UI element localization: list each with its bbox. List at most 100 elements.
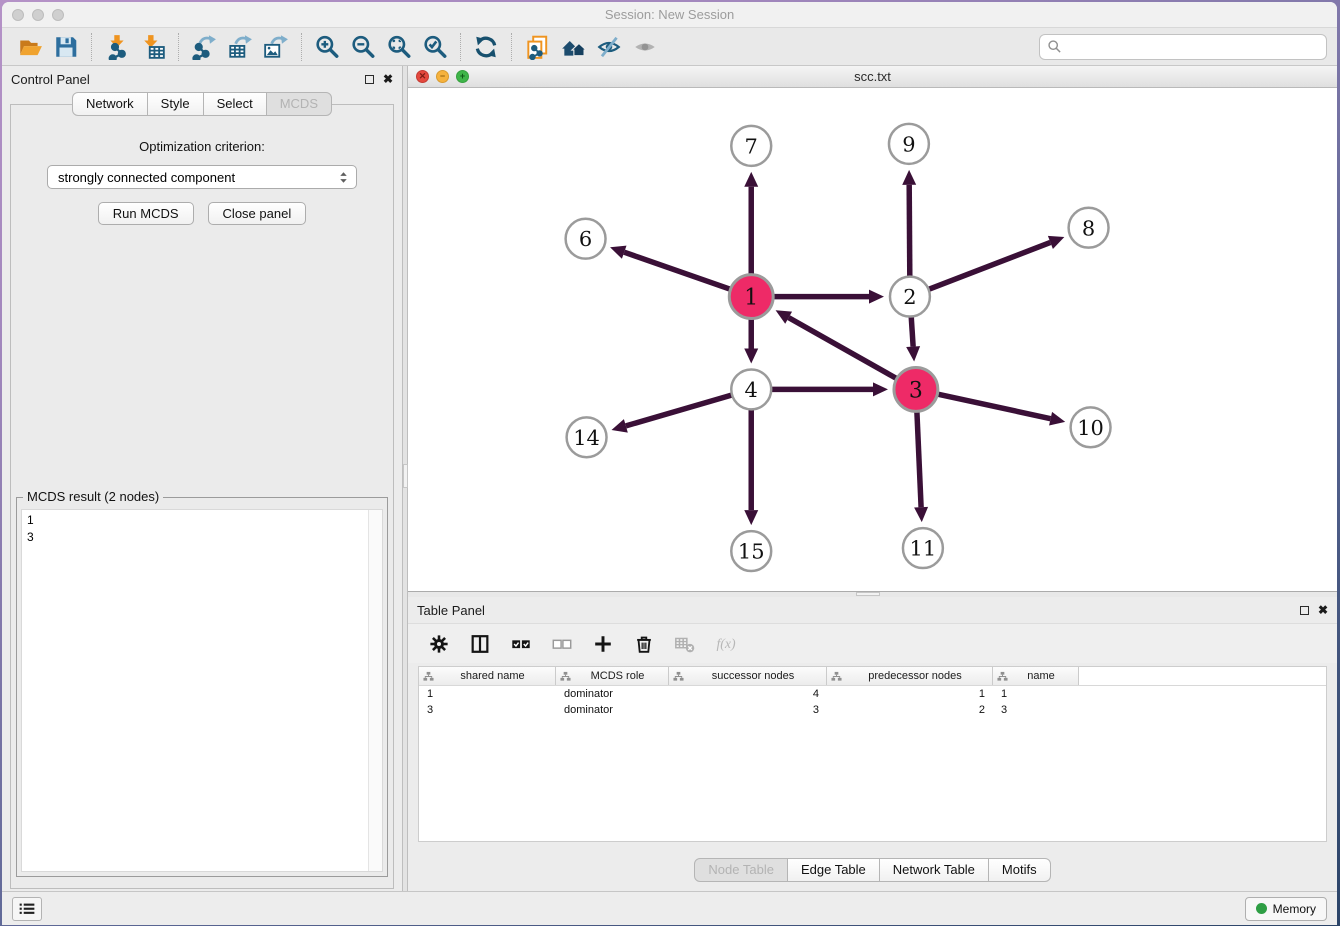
tab-mcds[interactable]: MCDS xyxy=(266,92,332,116)
memory-button[interactable]: Memory xyxy=(1245,897,1327,921)
table-cell[interactable]: 1 xyxy=(827,688,993,700)
open-file-button[interactable] xyxy=(12,31,48,63)
search-input[interactable] xyxy=(1067,39,1319,54)
network-canvas[interactable]: 7 9 6 8 1 2 4 3 14 10 15 11 xyxy=(408,88,1337,591)
tab-network[interactable]: Network xyxy=(72,92,148,116)
toggle-columns-icon xyxy=(469,633,491,655)
network-graph[interactable]: 7 9 6 8 1 2 4 3 14 10 15 11 xyxy=(408,88,1337,591)
column-header-shared-name[interactable]: shared name xyxy=(419,667,556,685)
mcds-result-scrollbar[interactable] xyxy=(368,510,382,871)
table-cell[interactable]: 3 xyxy=(419,704,556,716)
graph-node-3[interactable]: 3 xyxy=(894,367,938,411)
horizontal-splitter[interactable] xyxy=(408,592,1337,597)
home-view-button[interactable] xyxy=(555,31,591,63)
column-header-successor-nodes[interactable]: successor nodes xyxy=(669,667,827,685)
tab-edge-table[interactable]: Edge Table xyxy=(787,858,880,882)
table-cell[interactable]: 2 xyxy=(827,704,993,716)
table-row[interactable]: 3dominator323 xyxy=(419,702,1326,718)
column-attribute-icon xyxy=(673,671,684,682)
copy-network-button[interactable] xyxy=(519,31,555,63)
deselect-all-rows-button[interactable] xyxy=(550,632,574,656)
export-table-button[interactable] xyxy=(222,31,258,63)
toolbar-separator xyxy=(91,33,92,61)
search-box[interactable] xyxy=(1039,34,1327,60)
toolbar-separator xyxy=(178,33,179,61)
column-header-mcds-role[interactable]: MCDS role xyxy=(556,667,669,685)
table-float-panel-icon[interactable] xyxy=(1300,606,1309,615)
table-cell[interactable]: 1 xyxy=(419,688,556,700)
settings-gear-button[interactable] xyxy=(427,632,451,656)
table-cell[interactable]: dominator xyxy=(556,704,669,716)
refresh-layout-button[interactable] xyxy=(468,31,504,63)
tab-style[interactable]: Style xyxy=(147,92,204,116)
zoom-in-button[interactable] xyxy=(309,31,345,63)
table-cell[interactable]: 3 xyxy=(993,704,1079,716)
column-header-predecessor-nodes[interactable]: predecessor nodes xyxy=(827,667,993,685)
network-window: scc.txt ✕ − + 7968124314101511 xyxy=(408,66,1337,592)
graph-node-9[interactable]: 9 xyxy=(889,124,929,164)
show-eye-button[interactable] xyxy=(627,31,663,63)
add-column-icon xyxy=(592,633,614,655)
table-cell[interactable]: 1 xyxy=(993,688,1079,700)
zoom-out-button[interactable] xyxy=(345,31,381,63)
graph-edge-2-8[interactable] xyxy=(910,236,1064,297)
mcds-panel-body: Optimization criterion: strongly connect… xyxy=(10,104,394,889)
save-session-button[interactable] xyxy=(48,31,84,63)
select-all-rows-button[interactable] xyxy=(509,632,533,656)
graph-edge-3-1[interactable] xyxy=(776,310,916,389)
table-row[interactable]: 1dominator411 xyxy=(419,686,1326,702)
minimize-window-icon[interactable] xyxy=(32,9,44,21)
float-panel-icon[interactable] xyxy=(365,75,374,84)
window-title: Session: New Session xyxy=(2,2,1337,28)
svg-text:3: 3 xyxy=(909,378,923,403)
table-cell[interactable]: 3 xyxy=(669,704,827,716)
graph-node-11[interactable]: 11 xyxy=(903,528,943,568)
mcds-result-title: MCDS result (2 nodes) xyxy=(23,489,163,504)
app-window: Session: New Session Control Panel ✖ Net… xyxy=(2,2,1337,925)
zoom-in-icon xyxy=(314,34,340,60)
toggle-columns-button[interactable] xyxy=(468,632,492,656)
optimization-criterion-dropdown[interactable]: strongly connected component xyxy=(47,165,357,189)
graph-node-6[interactable]: 6 xyxy=(566,219,606,259)
table-close-panel-icon[interactable]: ✖ xyxy=(1318,604,1328,616)
zoom-window-icon[interactable] xyxy=(52,9,64,21)
graph-node-1[interactable]: 1 xyxy=(729,275,773,319)
add-column-button[interactable] xyxy=(591,632,615,656)
horizontal-splitter-handle[interactable] xyxy=(856,592,880,596)
table-cell[interactable]: dominator xyxy=(556,688,669,700)
close-window-icon[interactable] xyxy=(12,9,24,21)
graph-node-10[interactable]: 10 xyxy=(1071,407,1111,447)
graph-node-2[interactable]: 2 xyxy=(890,277,930,317)
export-network-button[interactable] xyxy=(186,31,222,63)
column-header-name[interactable]: name xyxy=(993,667,1079,685)
function-builder-button[interactable]: f(x) xyxy=(714,632,738,656)
close-panel-button[interactable]: Close panel xyxy=(208,202,307,225)
hide-eye-button[interactable] xyxy=(591,31,627,63)
import-network-button[interactable] xyxy=(99,31,135,63)
home-view-icon xyxy=(560,34,586,60)
tab-node-table[interactable]: Node Table xyxy=(694,858,788,882)
open-file-icon xyxy=(17,34,43,60)
import-table-button[interactable] xyxy=(135,31,171,63)
tab-motifs[interactable]: Motifs xyxy=(988,858,1051,882)
run-mcds-button[interactable]: Run MCDS xyxy=(98,202,194,225)
export-image-button[interactable] xyxy=(258,31,294,63)
delete-table-button[interactable] xyxy=(673,632,697,656)
table-cell[interactable]: 4 xyxy=(669,688,827,700)
close-panel-icon[interactable]: ✖ xyxy=(383,73,393,85)
task-history-button[interactable] xyxy=(12,897,42,921)
tab-network-table[interactable]: Network Table xyxy=(879,858,989,882)
svg-text:8: 8 xyxy=(1082,216,1095,240)
zoom-fit-button[interactable] xyxy=(381,31,417,63)
zoom-selected-button[interactable] xyxy=(417,31,453,63)
graph-node-7[interactable]: 7 xyxy=(731,126,771,166)
graph-node-14[interactable]: 14 xyxy=(567,417,607,457)
mcds-result-text[interactable]: 1 3 xyxy=(22,510,368,871)
graph-node-4[interactable]: 4 xyxy=(731,369,771,409)
delete-column-button[interactable] xyxy=(632,632,656,656)
column-attribute-icon xyxy=(997,671,1008,682)
tab-select[interactable]: Select xyxy=(203,92,267,116)
graph-edge-4-14[interactable] xyxy=(611,389,751,432)
graph-node-8[interactable]: 8 xyxy=(1069,208,1109,248)
graph-node-15[interactable]: 15 xyxy=(731,531,771,571)
